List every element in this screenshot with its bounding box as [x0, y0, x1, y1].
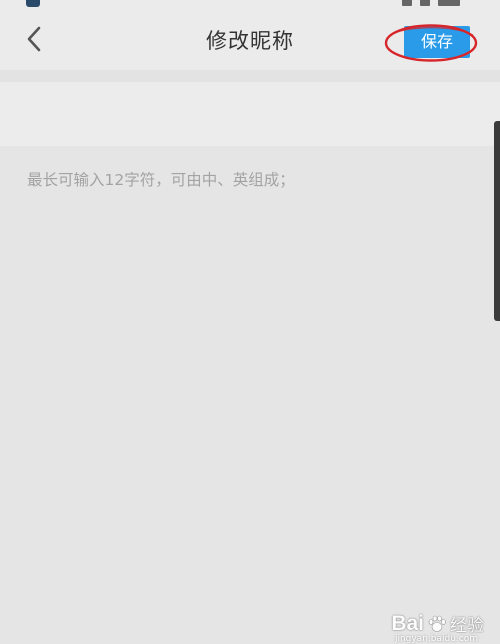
- nickname-hint: 最长可输入12字符，可由中、英组成；: [27, 171, 295, 189]
- nickname-input[interactable]: [0, 82, 500, 146]
- wifi-icon: [420, 0, 430, 6]
- watermark-text: 经验: [450, 616, 484, 636]
- status-left: [26, 0, 40, 7]
- scroll-indicator: [494, 121, 500, 321]
- status-bar: [0, 0, 500, 8]
- status-icons: [402, 0, 460, 6]
- baidu-jingyan-watermark: Bai 经验: [391, 611, 484, 637]
- save-button[interactable]: 保存: [404, 26, 470, 58]
- battery-icon: [438, 0, 460, 6]
- paw-icon: [428, 615, 446, 632]
- watermark-logo-text: Bai: [391, 611, 424, 635]
- signal-icon: [402, 0, 412, 6]
- notification-icon: [26, 0, 40, 7]
- section-divider: [0, 70, 500, 82]
- navigation-bar: 修改昵称 保存: [0, 8, 500, 70]
- watermark-url: jingyan.baidu.com: [394, 634, 478, 644]
